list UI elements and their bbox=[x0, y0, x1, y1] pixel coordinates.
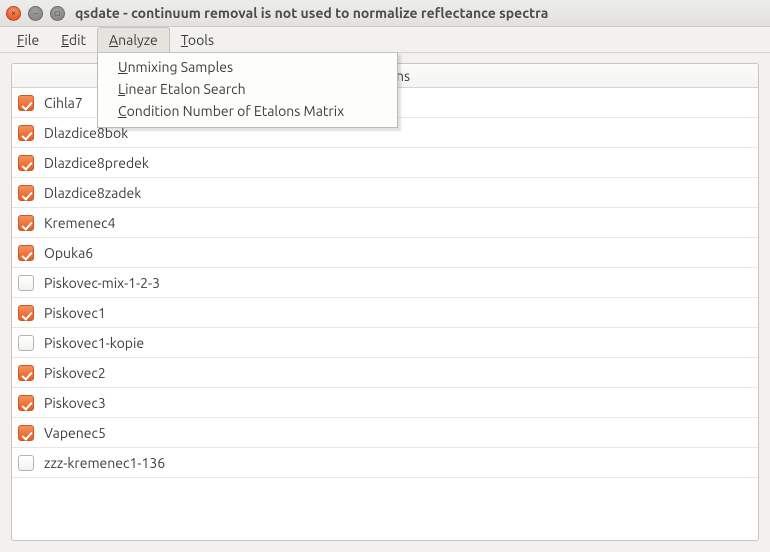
row-label: Kremenec4 bbox=[44, 215, 115, 231]
menu-file[interactable]: File bbox=[6, 27, 50, 52]
table-row[interactable]: Dlazdice8zadek bbox=[12, 178, 758, 208]
row-label: Vapenec5 bbox=[44, 425, 106, 441]
table-row[interactable]: Kremenec4 bbox=[12, 208, 758, 238]
main-panel: ns Cihla7 Dlazdice8bok Dlazdice8predek D… bbox=[11, 63, 759, 541]
checkbox[interactable] bbox=[18, 215, 34, 231]
maximize-button[interactable]: ▫ bbox=[50, 6, 65, 21]
row-label: Piskovec3 bbox=[44, 395, 106, 411]
dropdown-item-linear-etalon-search[interactable]: Linear Etalon Search bbox=[98, 78, 397, 100]
table-row[interactable]: Piskovec1-kopie bbox=[12, 328, 758, 358]
checkbox[interactable] bbox=[18, 335, 34, 351]
checkbox[interactable] bbox=[18, 305, 34, 321]
titlebar: × – ▫ qsdate - continuum removal is not … bbox=[0, 0, 770, 27]
checkbox[interactable] bbox=[18, 125, 34, 141]
row-label: Piskovec-mix-1-2-3 bbox=[44, 275, 160, 291]
row-label: Dlazdice8predek bbox=[44, 155, 149, 171]
table-row[interactable]: Piskovec1 bbox=[12, 298, 758, 328]
menu-file-label: File bbox=[17, 32, 39, 48]
checkbox[interactable] bbox=[18, 245, 34, 261]
checkbox[interactable] bbox=[18, 395, 34, 411]
dropdown-item-label: Condition Number of Etalons Matrix bbox=[118, 103, 344, 119]
table-row[interactable]: zzz-kremenec1-136 bbox=[12, 448, 758, 478]
checkbox[interactable] bbox=[18, 425, 34, 441]
maximize-icon: ▫ bbox=[54, 9, 60, 18]
checkbox[interactable] bbox=[18, 455, 34, 471]
row-label: Opuka6 bbox=[44, 245, 93, 261]
analyze-dropdown: Unmixing Samples Linear Etalon Search Co… bbox=[97, 52, 398, 128]
dropdown-item-condition-number[interactable]: Condition Number of Etalons Matrix bbox=[98, 100, 397, 122]
checkbox[interactable] bbox=[18, 185, 34, 201]
menubar: File Edit Analyze Tools bbox=[0, 27, 770, 53]
table-row[interactable]: Opuka6 bbox=[12, 238, 758, 268]
menu-edit-label: Edit bbox=[61, 32, 86, 48]
dropdown-item-label: Unmixing Samples bbox=[118, 59, 233, 75]
table-row[interactable]: Dlazdice8predek bbox=[12, 148, 758, 178]
row-label: Piskovec1-kopie bbox=[44, 335, 144, 351]
close-icon: × bbox=[11, 9, 16, 18]
table-row[interactable]: Piskovec3 bbox=[12, 388, 758, 418]
table-rows: Cihla7 Dlazdice8bok Dlazdice8predek Dlaz… bbox=[12, 88, 758, 478]
table-row[interactable]: Piskovec2 bbox=[12, 358, 758, 388]
dropdown-item-label: Linear Etalon Search bbox=[118, 81, 246, 97]
row-label: Cihla7 bbox=[44, 95, 83, 111]
checkbox[interactable] bbox=[18, 275, 34, 291]
dropdown-item-unmixing-samples[interactable]: Unmixing Samples bbox=[98, 56, 397, 78]
checkbox[interactable] bbox=[18, 365, 34, 381]
window-buttons: × – ▫ bbox=[6, 6, 65, 21]
column-header-fragment: ns bbox=[396, 68, 410, 84]
minimize-button[interactable]: – bbox=[28, 6, 43, 21]
row-label: Dlazdice8zadek bbox=[44, 185, 141, 201]
row-label: Piskovec2 bbox=[44, 365, 106, 381]
table-row[interactable]: Vapenec5 bbox=[12, 418, 758, 448]
checkbox[interactable] bbox=[18, 95, 34, 111]
menu-tools[interactable]: Tools bbox=[170, 27, 225, 52]
minimize-icon: – bbox=[33, 9, 37, 18]
close-button[interactable]: × bbox=[6, 6, 21, 21]
window-title: qsdate - continuum removal is not used t… bbox=[75, 5, 548, 21]
menu-analyze[interactable]: Analyze bbox=[97, 27, 170, 53]
menu-edit[interactable]: Edit bbox=[50, 27, 97, 52]
row-label: zzz-kremenec1-136 bbox=[44, 455, 165, 471]
checkbox[interactable] bbox=[18, 155, 34, 171]
menu-analyze-label: Analyze bbox=[109, 32, 158, 48]
row-label: Piskovec1 bbox=[44, 305, 106, 321]
table-row[interactable]: Piskovec-mix-1-2-3 bbox=[12, 268, 758, 298]
menu-tools-label: Tools bbox=[181, 32, 214, 48]
